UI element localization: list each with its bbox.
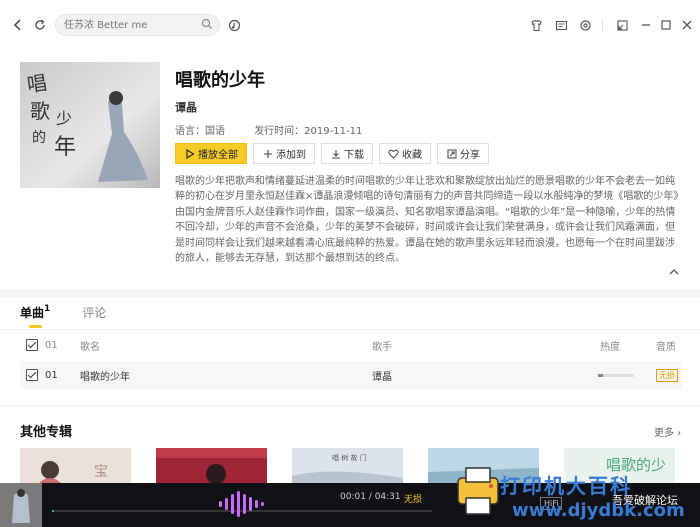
select-all-checkbox[interactable] [26,339,38,351]
top-bar [0,0,700,50]
album-thumbnail[interactable]: 唱 树 故 门 [292,448,403,484]
header-index: 01 [45,339,58,351]
back-icon[interactable] [10,17,26,33]
album-description: 唱歌的少年把歌声和情绪蔓延进温柔的时间唱歌的少年让悲欢和聚散绽放出灿烂的愿景唱歌… [175,176,679,265]
heat-bar [598,374,634,377]
svg-text:的: 的 [32,130,46,146]
playback-time: 00:01 / 04:31 [340,492,401,502]
minimize-icon[interactable] [638,17,654,33]
favorite-button[interactable]: 收藏 [379,143,431,164]
skin-icon[interactable] [528,17,544,33]
album-thumbnail[interactable] [156,448,267,484]
more-albums-link[interactable]: 更多 › [654,424,681,439]
download-button[interactable]: 下载 [321,143,373,164]
svg-text:唱 树 故 门: 唱 树 故 门 [332,453,367,462]
svg-text:年: 年 [54,135,76,160]
add-to-button[interactable]: 添加到 [253,143,315,164]
music-recognition-icon[interactable] [226,17,242,33]
album-title: 唱歌的少年 [175,70,265,91]
close-icon[interactable] [679,17,695,33]
content-tabs: 单曲1 评论 [20,304,106,321]
row-artist[interactable]: 谭晶 [372,368,392,383]
message-icon[interactable] [553,17,569,33]
language-label: 语言：国语 [175,126,225,137]
header-artist[interactable]: 歌手 [372,338,392,353]
album-artist[interactable]: 谭晶 [175,99,197,115]
row-index: 01 [45,369,58,381]
tab-songs[interactable]: 单曲1 [20,304,50,321]
plus-icon [262,148,273,159]
table-row[interactable]: 01 唱歌的少年 谭晶 无损 [20,361,682,389]
collapse-description-icon[interactable] [668,266,680,278]
search-icon[interactable] [201,18,213,30]
header-quality: 音质 [656,341,676,353]
refresh-icon[interactable] [32,17,48,33]
svg-text:少: 少 [56,109,72,128]
waveform-visual [219,491,264,517]
section-divider [0,289,700,297]
action-buttons: 播放全部 添加到 下载 收藏 分享 [175,143,489,164]
svg-text:歌: 歌 [30,99,50,123]
release-date-label: 发行时间：2019-11-11 [254,126,363,137]
share-button[interactable]: 分享 [437,143,489,164]
album-thumbnail[interactable]: 宝 [20,448,131,484]
play-all-label: 播放全部 [198,150,238,161]
playback-quality[interactable]: 无损 [404,492,422,505]
svg-text:宝: 宝 [94,464,108,480]
toolbar-divider [602,19,603,31]
add-to-label: 添加到 [276,150,306,161]
quality-badge: 无损 [656,369,678,382]
svg-text:唱: 唱 [25,70,48,97]
maximize-icon[interactable] [658,17,674,33]
tab-songs-label: 单曲 [20,306,45,320]
row-song-name[interactable]: 唱歌的少年 [80,368,130,383]
search-input[interactable] [56,15,196,35]
header-song-name[interactable]: 歌名 [80,338,100,353]
album-cover: 唱 歌 少 的 年 [20,62,160,188]
heart-icon [388,148,399,159]
song-table-header: 01 歌名 歌手 热度 音质 [20,331,682,359]
tab-divider [0,329,700,330]
search-box[interactable] [55,14,220,36]
row-checkbox[interactable] [26,369,38,381]
active-tab-indicator [29,325,42,328]
favorite-label: 收藏 [402,150,422,161]
download-icon [330,148,341,159]
download-label: 下载 [344,150,364,161]
share-icon [446,148,457,159]
play-all-button[interactable]: 播放全部 [175,143,247,164]
heat-bar-fill [598,374,604,377]
tab-songs-count: 1 [44,304,51,314]
playback-progress-fill [52,510,54,512]
watermark-url: www.djydbk.com [512,500,685,521]
tab-comments-label: 评论 [82,306,107,320]
settings-icon[interactable] [577,17,593,33]
section-divider-2 [0,405,700,406]
tab-comments[interactable]: 评论 [82,304,106,321]
share-label: 分享 [460,150,480,161]
now-playing-cover[interactable] [0,483,42,527]
mini-mode-icon[interactable] [614,17,630,33]
play-icon [184,148,195,159]
other-albums-title: 其他专辑 [20,425,73,440]
album-meta: 语言：国语 发行时间：2019-11-11 [175,122,388,137]
header-heat[interactable]: 热度 [600,338,620,353]
